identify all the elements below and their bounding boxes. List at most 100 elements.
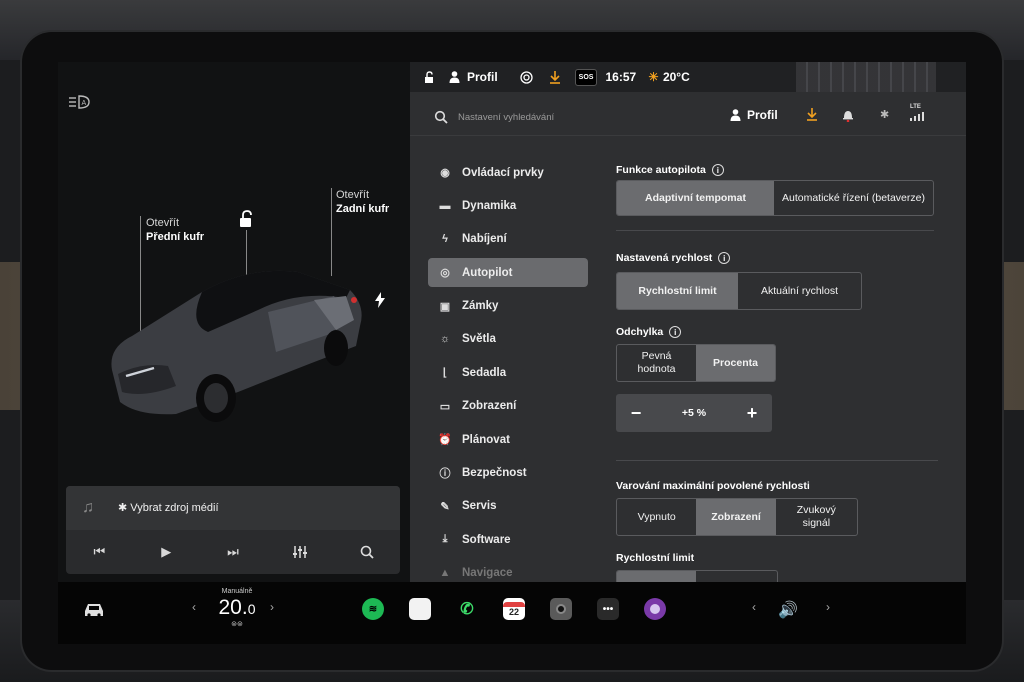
menu-item-charging[interactable]: ϟ Nabíjení [428, 225, 588, 254]
svg-text:A: A [82, 100, 87, 107]
info-icon[interactable]: i [718, 252, 731, 264]
previous-icon: ⏮ [93, 544, 106, 559]
option-fixed[interactable]: Pevná hodnota [617, 345, 696, 381]
speed-limit-title: Rychlostní limit [616, 552, 695, 564]
menu-item-lights[interactable]: ☼ Světla [428, 325, 588, 354]
software-update-icon[interactable] [549, 70, 561, 84]
sos-button[interactable]: SOS [574, 68, 598, 86]
menu-item-label: Zobrazení [462, 400, 517, 413]
set-speed-title: Nastavená rychlost i [616, 252, 731, 264]
search-icon [360, 545, 374, 559]
more-apps-icon[interactable]: ••• [597, 598, 619, 620]
info-icon[interactable]: i [669, 326, 682, 338]
steering-wheel-icon: ◎ [440, 267, 450, 280]
camera-app-icon[interactable] [550, 598, 572, 620]
option-display[interactable]: Zobrazení [696, 499, 776, 535]
menu-item-software[interactable]: ⤓ Software [428, 525, 588, 554]
menu-item-display[interactable]: ▭ Zobrazení [428, 392, 588, 421]
settings-header: Profil ✱ LTE [410, 98, 966, 136]
climate-control[interactable]: Manuálně 20.0 ⊜⊜ [192, 588, 282, 628]
menu-item-label: Plánovat [462, 433, 510, 446]
wrench-icon: ✎ [440, 500, 450, 513]
autopilot-features-label: Funkce autopilota [616, 164, 706, 176]
signal-bars-icon [910, 112, 924, 121]
person-icon [449, 71, 460, 83]
option-percent[interactable]: Procenta [696, 345, 775, 381]
media-source-bar[interactable]: ♫ ✱ Vybrat zdroj médií [66, 486, 400, 530]
media-controls: ⏮ ▶ ⏭ [66, 530, 400, 574]
menu-item-seats[interactable]: ⌊ Sedadla [428, 358, 588, 387]
notes-app-icon[interactable] [409, 598, 431, 620]
status-bar: Profil SOS 16:57 ☀ 20°C [410, 62, 966, 92]
info-icon[interactable]: i [711, 164, 724, 176]
increase-button[interactable]: + [742, 403, 762, 424]
auto-headlights-icon[interactable]: A [68, 94, 90, 110]
settings-search-input[interactable] [458, 108, 658, 126]
menu-item-service[interactable]: ✎ Servis [428, 492, 588, 521]
spotify-app-icon[interactable]: ≋ [362, 598, 384, 620]
menu-item-safety[interactable]: ⓘ Bezpečnost [428, 459, 588, 488]
autopilot-features-title: Funkce autopilota i [616, 164, 724, 176]
bolt-icon: ϟ [442, 233, 448, 246]
calendar-day: 22 [508, 606, 519, 617]
volume-icon[interactable]: 🔊 [778, 600, 798, 620]
notification-bell-icon[interactable] [842, 108, 854, 125]
autopilot-features-selector: Adaptivní tempomat Automatické řízení (b… [616, 180, 934, 216]
media-source-label: Vybrat zdroj médií [130, 502, 219, 514]
media-source-row: ✱ Vybrat zdroj médií [118, 501, 219, 514]
volume-up-chevron-icon[interactable]: › [826, 600, 830, 614]
calendar-app-icon[interactable]: 22 [503, 598, 525, 620]
temp-up-chevron-icon[interactable]: › [270, 600, 274, 614]
section-divider [616, 230, 934, 231]
menu-item-autopilot[interactable]: ◎ Autopilot [428, 258, 588, 288]
sunroof-reflection [796, 62, 936, 92]
option-chime[interactable]: Zvukový signál [776, 499, 857, 535]
menu-item-label: Servis [462, 500, 497, 513]
header-profile-button[interactable]: Profil [730, 108, 778, 122]
navigation-icon: ▲ [439, 567, 451, 580]
menu-item-controls[interactable]: ◉ Ovládací prvky [428, 158, 588, 187]
option-speed-limit[interactable]: Rychlostní limit [617, 273, 739, 309]
rear-trunk-label: Zadní kufr [336, 203, 390, 215]
option-adaptive-cruise[interactable]: Adaptivní tempomat [617, 181, 774, 215]
seat-heat-icon: ⊜⊜ [231, 621, 243, 628]
car-model-image [111, 270, 362, 422]
offset-value: +5 % [681, 407, 707, 419]
equalizer-button[interactable] [266, 530, 333, 574]
lock-icon: ▣ [439, 300, 451, 313]
sentry-mode-icon[interactable] [520, 70, 533, 84]
next-track-button[interactable]: ⏭ [200, 530, 267, 574]
bluetooth-icon[interactable]: ✱ [880, 108, 889, 121]
option-off[interactable]: Vypnuto [617, 499, 696, 535]
settings-menu: ◉ Ovládací prvky ▬ Dynamika ϟ Nabíjení ◎ Aut… [428, 158, 588, 592]
option-autosteer[interactable]: Automatické řízení (betaverze) [774, 181, 933, 215]
car-icon[interactable] [82, 600, 106, 620]
play-button[interactable]: ▶ [133, 530, 200, 574]
header-profile-label: Profil [747, 108, 778, 122]
menu-item-locks[interactable]: ▣ Zámky [428, 292, 588, 321]
menu-item-label: Sedadla [462, 366, 507, 379]
theater-app-icon[interactable] [644, 598, 666, 620]
unlock-icon[interactable] [238, 210, 254, 228]
front-trunk-button[interactable]: Otevřít Přední kufr [146, 216, 204, 244]
decrease-button[interactable]: − [626, 403, 646, 424]
option-current-speed[interactable]: Aktuální rychlost [738, 273, 861, 309]
status-profile[interactable]: Profil [449, 70, 498, 84]
lte-label: LTE [910, 104, 921, 110]
next-icon: ⏭ [227, 544, 239, 559]
offset-stepper: − +5 % + [616, 394, 772, 432]
download-update-icon[interactable] [806, 108, 818, 124]
rear-trunk-action: Otevřít [336, 189, 370, 201]
touchscreen: A Otevřít Přední kufr Otevřít Zadní kufr [58, 62, 966, 644]
lock-status-icon[interactable] [424, 70, 435, 84]
media-search-button[interactable] [333, 530, 400, 574]
clock: 16:57 [605, 70, 637, 84]
volume-down-chevron-icon[interactable]: ‹ [752, 600, 756, 614]
menu-item-schedule[interactable]: ⏰ Plánovat [428, 425, 588, 454]
outside-temperature: 20°C [662, 70, 690, 84]
previous-track-button[interactable]: ⏮ [66, 530, 133, 574]
car-icon: ▬ [439, 199, 451, 212]
phone-app-icon[interactable]: ✆ [456, 598, 478, 620]
menu-item-dynamics[interactable]: ▬ Dynamika [428, 191, 588, 220]
rear-trunk-button[interactable]: Otevřít Zadní kufr [336, 188, 389, 216]
